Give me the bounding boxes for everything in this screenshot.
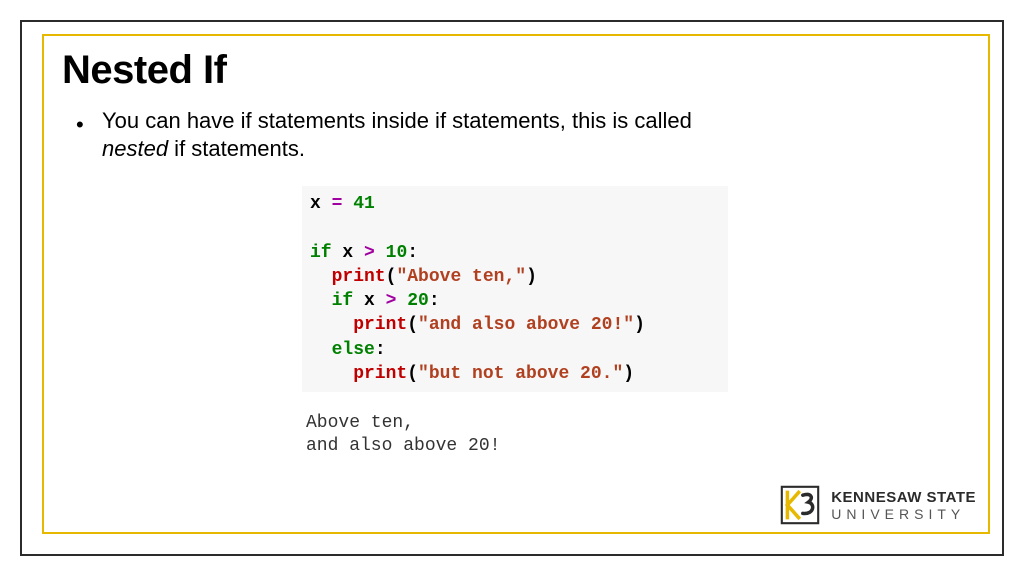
- bullet-text: You can have if statements inside if sta…: [102, 107, 702, 163]
- code-str: "and also above 20!": [418, 315, 634, 335]
- code-indent: [310, 340, 332, 360]
- code-paren: ): [623, 364, 634, 384]
- output-block: Above ten, and also above 20!: [306, 412, 500, 459]
- code-paren: ): [634, 315, 645, 335]
- code-num: 41: [353, 194, 375, 214]
- ks-logo-icon: [779, 484, 821, 526]
- code-sp: [396, 291, 407, 311]
- code-indent: [310, 291, 332, 311]
- code-num: 20: [407, 291, 429, 311]
- bullet-text-before: You can have if statements inside if sta…: [102, 108, 692, 133]
- code-str: "but not above 20.": [418, 364, 623, 384]
- code-paren: (: [407, 364, 418, 384]
- code-op: >: [364, 243, 375, 263]
- logo-bottom-line: UNIVERSITY: [831, 507, 976, 521]
- university-logo: KENNESAW STATE UNIVERSITY: [779, 484, 976, 526]
- code-colon: :: [407, 243, 418, 263]
- code-print: print: [310, 267, 386, 287]
- code-kw-if: if: [332, 291, 354, 311]
- code-print: print: [310, 315, 407, 335]
- code-paren: (: [407, 315, 418, 335]
- output-line2: and also above 20!: [306, 436, 500, 456]
- code-paren: ): [526, 267, 537, 287]
- code-var: x: [353, 291, 385, 311]
- code-colon: :: [375, 340, 386, 360]
- code-kw-else: else: [332, 340, 375, 360]
- bullet-text-after: if statements.: [168, 136, 305, 161]
- code-paren: (: [386, 267, 397, 287]
- code-var: x: [332, 243, 364, 263]
- output-line1: Above ten,: [306, 413, 414, 433]
- slide-title: Nested If: [62, 48, 226, 93]
- code-block: x = 41 if x > 10: print("Above ten,") if…: [302, 186, 728, 392]
- code-var: x: [310, 194, 332, 214]
- code-print: print: [310, 364, 407, 384]
- code-num: 10: [386, 243, 408, 263]
- code-op: =: [332, 194, 343, 214]
- code-str: "Above ten,": [396, 267, 526, 287]
- code-kw-if: if: [310, 243, 332, 263]
- code-sp: [342, 194, 353, 214]
- code-op: >: [386, 291, 397, 311]
- bullet-marker: •: [76, 112, 84, 138]
- logo-text: KENNESAW STATE UNIVERSITY: [831, 490, 976, 521]
- bullet-italic: nested: [102, 136, 168, 161]
- logo-top-line: KENNESAW STATE: [831, 490, 976, 505]
- code-sp: [375, 243, 386, 263]
- code-colon: :: [429, 291, 440, 311]
